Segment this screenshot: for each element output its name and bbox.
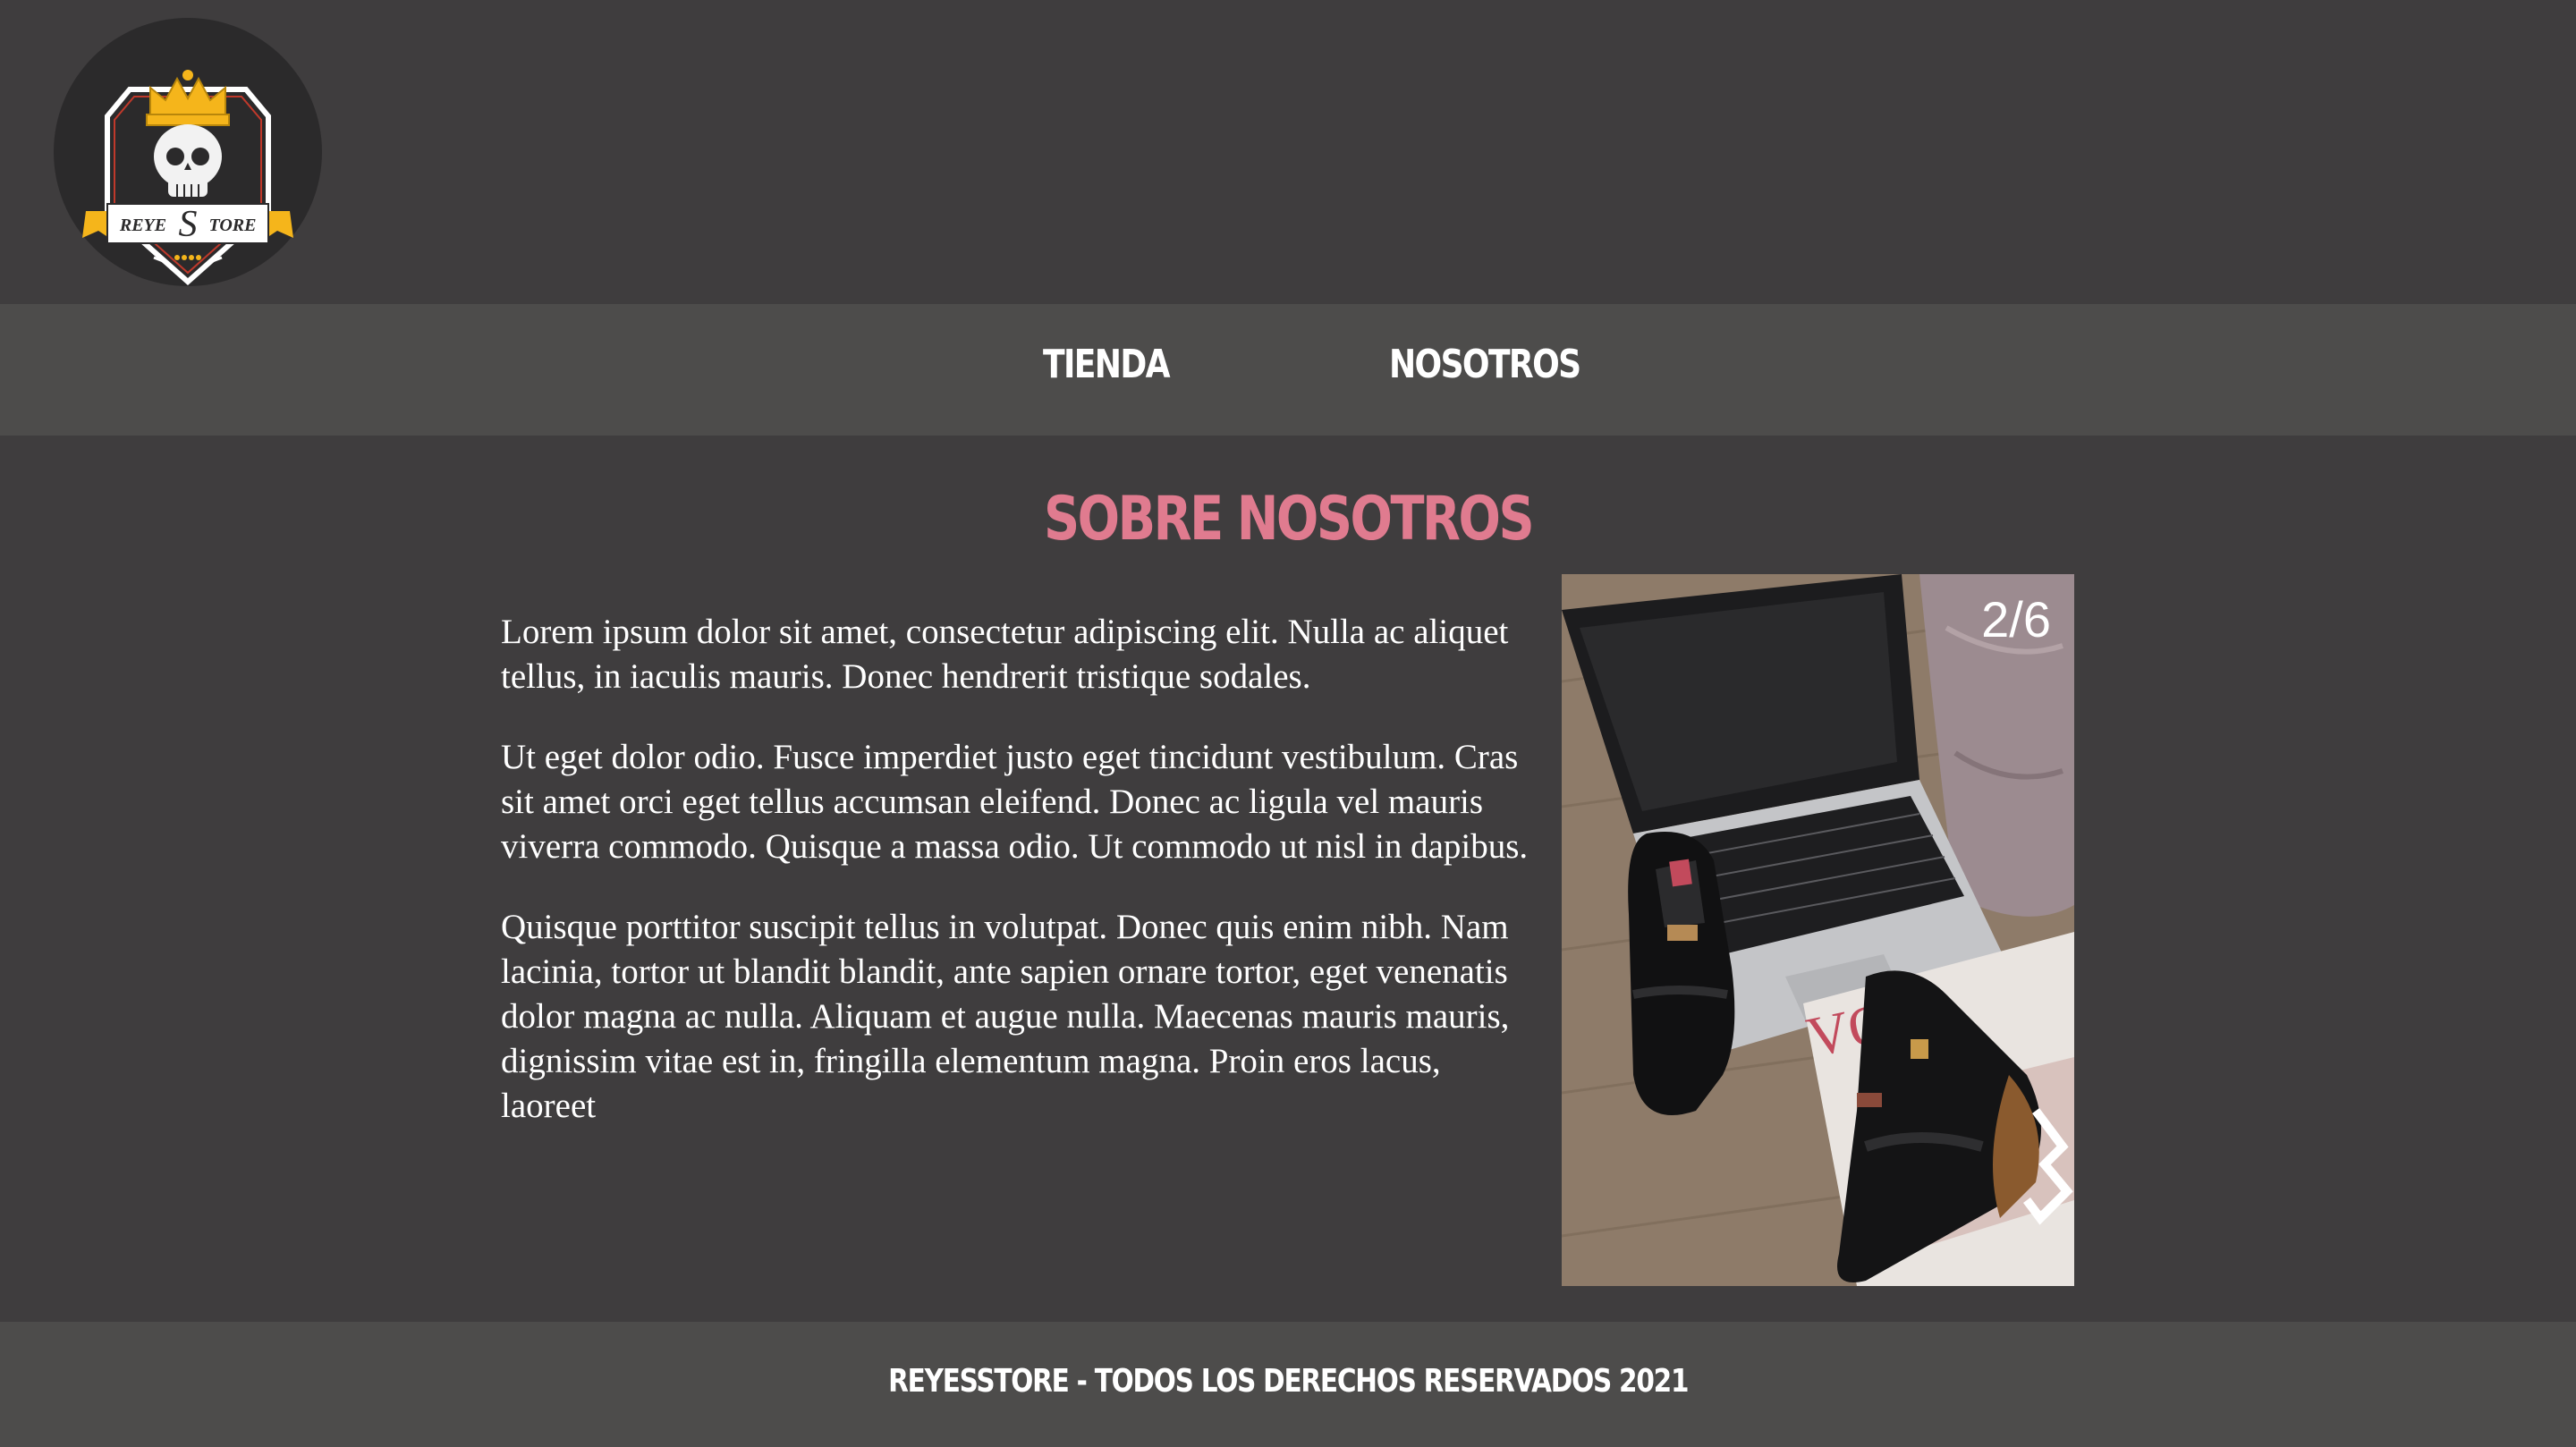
nav-link-nosotros[interactable]: NOSOTROS [1389,342,1581,387]
carousel-slide-image: VOG [1562,574,2074,1286]
svg-text:S: S [179,204,198,245]
about-paragraph-3: Quisque porttitor suscipit tellus in vol… [501,908,1510,1125]
svg-text:TORE: TORE [209,216,257,235]
footer-text: REYESSTORE - TODOS LOS DERECHOS RESERVAD… [0,1363,2576,1400]
site-header: REYE S TORE [0,0,2576,304]
about-text: Lorem ipsum dolor sit amet, consectetur … [501,610,1538,1164]
store-logo[interactable]: REYE S TORE [54,18,322,286]
slide-counter: 2/6 [1981,591,2051,647]
svg-text:REYE: REYE [119,216,166,235]
section-title-text: SOBRE NOSOTROS [1043,484,1535,554]
main-nav: TIENDA NOSOTROS [0,304,2576,436]
skull-crown-logo-icon: REYE S TORE [82,70,293,286]
nav-link-tienda[interactable]: TIENDA [1043,342,1171,387]
about-paragraph-1: Lorem ipsum dolor sit amet, consectetur … [501,613,1509,696]
about-section: SOBRE NOSOTROS Lorem ipsum dolor sit ame… [0,436,2576,1322]
about-paragraph-2: Ut eget dolor odio. Fusce imperdiet just… [501,738,1529,866]
footer-copyright: REYESSTORE - TODOS LOS DERECHOS RESERVAD… [887,1363,1689,1400]
section-title: SOBRE NOSOTROS [0,484,2576,554]
image-carousel[interactable]: VOG 2/6 [1562,574,2074,1286]
site-footer: REYESSTORE - TODOS LOS DERECHOS RESERVAD… [0,1322,2576,1447]
